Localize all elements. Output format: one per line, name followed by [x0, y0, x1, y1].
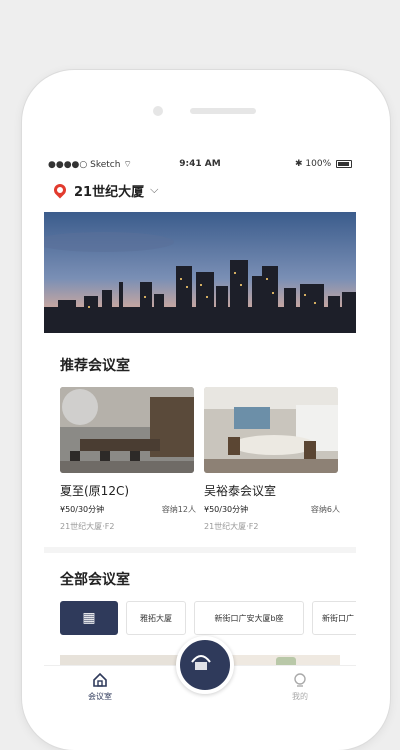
speaker-grille — [190, 108, 256, 114]
filter-chip[interactable]: 新街口广安大厦b座 — [194, 601, 304, 635]
room-card[interactable]: 夏至(原12C) ¥50/30分钟 容纳12人 21世纪大厦·F2 — [60, 387, 196, 532]
status-bar: ●●●●○ Sketch ⌔ 9:41 AM ✱ 100% — [44, 155, 356, 173]
room-card[interactable]: 吴裕泰会议室 ¥50/30分钟 容纳6人 21世纪大厦·F2 — [204, 387, 340, 532]
room-meta: ¥50/30分钟 容纳6人 — [204, 504, 340, 515]
map-pin-icon — [51, 181, 69, 199]
filter-chip-selected[interactable]: ▦ — [60, 601, 118, 635]
banner-image[interactable] — [44, 212, 356, 333]
battery-icon — [336, 159, 352, 168]
building-logo-icon: ▦ — [82, 610, 96, 626]
location-name: 21世纪大厦 — [74, 184, 145, 200]
room-price: ¥50/30分钟 — [204, 505, 249, 514]
app-screen: ●●●●○ Sketch ⌔ 9:41 AM ✱ 100% 21世纪大厦 ⌵ 推… — [44, 155, 356, 711]
bluetooth-icon: ✱ — [294, 159, 303, 169]
room-name: 吴裕泰会议室 — [204, 484, 277, 498]
room-photo — [60, 387, 194, 473]
tab-profile[interactable]: 我的 — [260, 672, 340, 702]
all-rooms-title: 全部会议室 — [60, 572, 130, 588]
room-capacity: 容纳12人 — [161, 505, 196, 514]
filter-chip[interactable]: 新街口广 — [312, 601, 356, 635]
room-photo — [204, 387, 338, 473]
room-capacity: 容纳6人 — [310, 505, 340, 514]
building-filter-bar: ▦ 雅拓大厦 新街口广安大厦b座 新街口广 — [60, 601, 356, 635]
tab-label: 会议室 — [88, 692, 112, 701]
bottom-tab-bar: 会议室 我的 — [44, 636, 356, 711]
center-action-icon — [191, 655, 211, 670]
room-price: ¥50/30分钟 — [60, 505, 105, 514]
battery-percent: 100% — [305, 159, 332, 169]
room-address: 21世纪大厦·F2 — [204, 522, 259, 531]
center-action-button[interactable] — [176, 636, 234, 694]
city-skyline-image — [44, 212, 356, 333]
filter-chip[interactable]: 雅拓大厦 — [126, 601, 186, 635]
section-divider — [44, 547, 356, 553]
tab-label: 我的 — [292, 692, 308, 701]
home-icon — [93, 672, 107, 687]
user-icon — [294, 673, 306, 687]
tab-meeting-rooms[interactable]: 会议室 — [60, 672, 140, 702]
camera-dot — [153, 106, 163, 116]
room-name: 夏至(原12C) — [60, 484, 130, 498]
room-address: 21世纪大厦·F2 — [60, 522, 115, 531]
recommended-title: 推荐会议室 — [60, 358, 130, 374]
location-selector[interactable]: 21世纪大厦 ⌵ — [51, 179, 159, 201]
chevron-down-icon: ⌵ — [150, 183, 159, 196]
battery-area: ✱ 100% — [295, 159, 352, 169]
room-meta: ¥50/30分钟 容纳12人 — [60, 504, 196, 515]
